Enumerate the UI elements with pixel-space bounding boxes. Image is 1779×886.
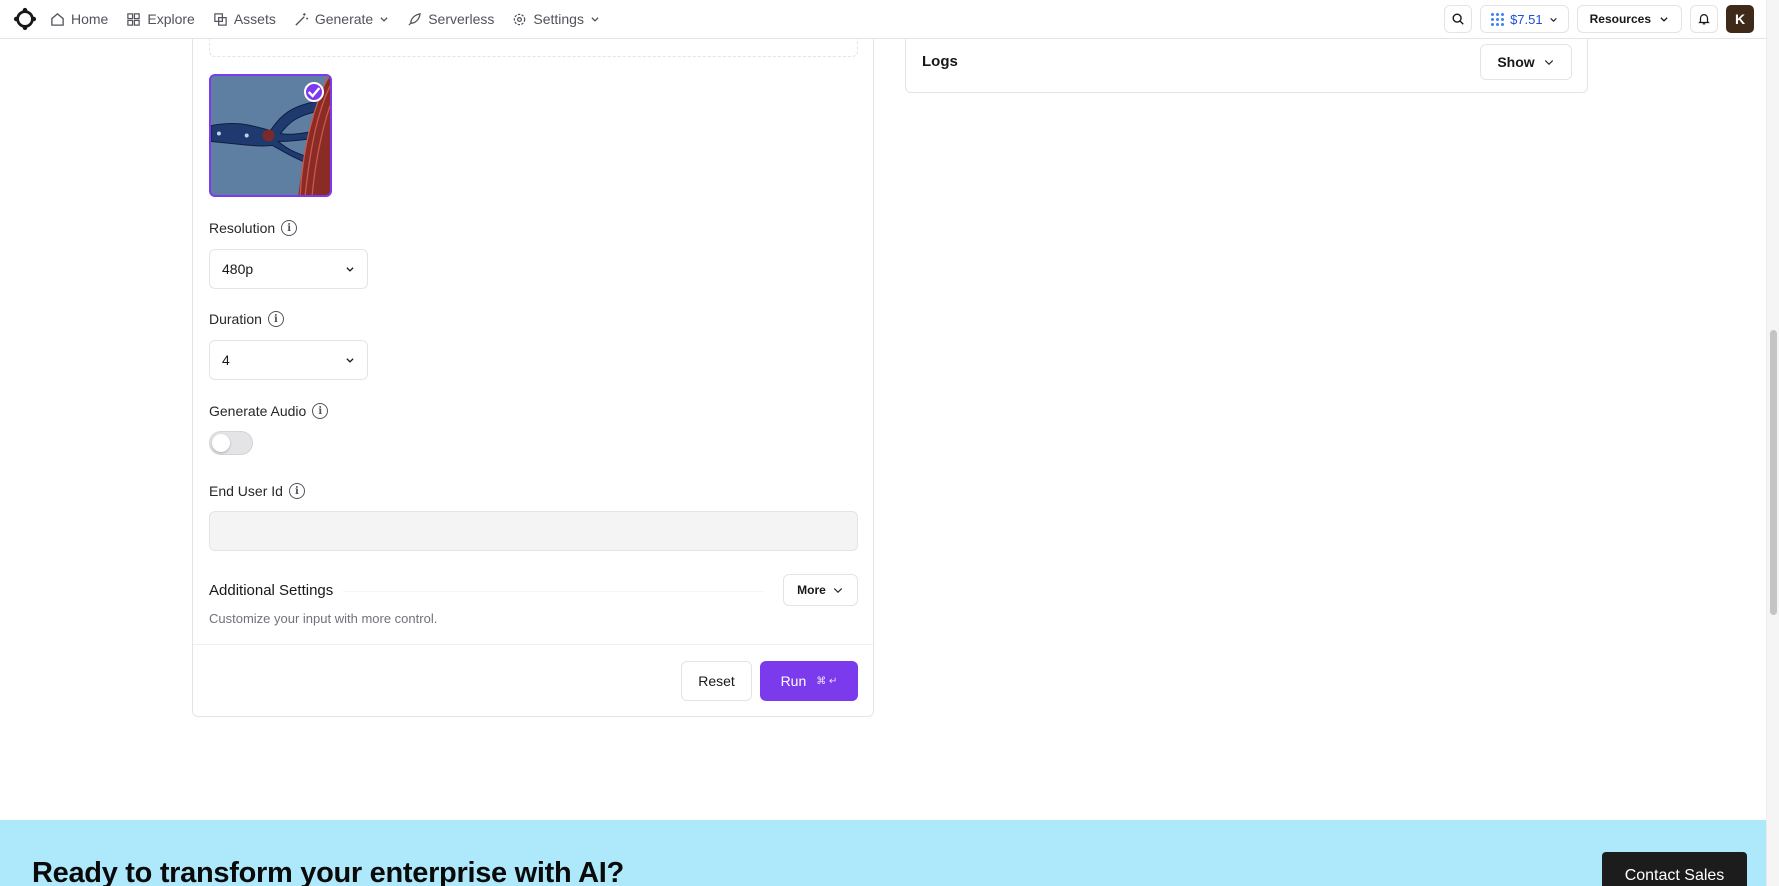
- info-icon[interactable]: i: [312, 403, 329, 419]
- nav-serverless-label: Serverless: [428, 11, 495, 27]
- chevron-down-icon: [591, 17, 599, 22]
- run-button[interactable]: Run ⌘ ↵: [760, 661, 858, 701]
- reset-label: Reset: [698, 673, 735, 689]
- toggle-knob: [212, 434, 230, 452]
- nav-explore-label: Explore: [147, 11, 195, 27]
- nav-generate[interactable]: Generate: [294, 11, 389, 27]
- gear-icon: [514, 13, 526, 25]
- logs-title: Logs: [922, 53, 958, 70]
- show-label: Show: [1497, 54, 1535, 70]
- app-logo-icon[interactable]: [12, 6, 38, 32]
- run-shortcut: ⌘ ↵: [816, 675, 838, 687]
- credits-dots-icon: [1491, 12, 1505, 26]
- nav-serverless[interactable]: Serverless: [407, 11, 494, 27]
- nav-right-controls: $7.51 Resources K: [1444, 5, 1754, 33]
- selected-image-thumbnail[interactable]: [209, 74, 332, 197]
- resolution-label: Resolution i: [209, 220, 298, 236]
- search-icon: [1452, 13, 1464, 25]
- chevron-down-icon: [1660, 17, 1668, 22]
- search-button[interactable]: [1444, 5, 1473, 33]
- divider: [193, 644, 873, 645]
- more-label: More: [797, 583, 826, 597]
- chevron-down-icon: [1549, 17, 1557, 22]
- nav-assets[interactable]: Assets: [213, 11, 276, 27]
- nav-explore[interactable]: Explore: [126, 11, 195, 27]
- duration-label-text: Duration: [209, 311, 262, 327]
- additional-settings-description: Customize your input with more control.: [209, 611, 438, 626]
- avatar-initial: K: [1734, 11, 1746, 27]
- bell-icon: [1698, 14, 1710, 25]
- end-user-id-label-text: End User Id: [209, 483, 283, 499]
- contact-sales-label: Contact Sales: [1624, 867, 1725, 884]
- duration-select[interactable]: 4: [209, 340, 368, 380]
- duration-value: 4: [222, 352, 230, 368]
- layers-icon: [214, 12, 227, 26]
- cta-title: Ready to transform your enterprise with …: [32, 857, 624, 886]
- more-settings-button[interactable]: More: [783, 574, 858, 606]
- input-form-panel: Resolution i 480p Duration i 4 Generate …: [192, 20, 874, 717]
- rocket-icon: [408, 12, 422, 26]
- info-icon[interactable]: i: [288, 483, 305, 499]
- credits-button[interactable]: $7.51: [1480, 5, 1569, 33]
- scrollbar-thumb[interactable]: [1770, 330, 1777, 615]
- end-user-id-input[interactable]: [209, 511, 858, 551]
- top-navigation: Home Explore Assets Generate Serverless …: [0, 0, 1766, 39]
- show-logs-button[interactable]: Show: [1480, 44, 1572, 80]
- generate-audio-label: Generate Audio i: [209, 403, 329, 419]
- selected-check-icon: [304, 82, 324, 102]
- duration-label: Duration i: [209, 311, 284, 327]
- reset-button[interactable]: Reset: [681, 661, 752, 701]
- chevron-down-icon: [346, 267, 354, 272]
- page-scrollbar[interactable]: [1766, 0, 1779, 886]
- wand-icon: [295, 12, 308, 26]
- home-icon: [51, 12, 64, 26]
- nav-home[interactable]: Home: [50, 11, 108, 27]
- grid-icon: [127, 12, 141, 26]
- user-avatar[interactable]: K: [1726, 5, 1754, 33]
- resolution-label-text: Resolution: [209, 220, 276, 236]
- cta-banner: Ready to transform your enterprise with …: [0, 820, 1766, 886]
- resolution-value: 480p: [222, 261, 254, 277]
- nav-assets-label: Assets: [233, 11, 276, 27]
- nav-settings-label: Settings: [533, 11, 584, 27]
- chevron-down-icon: [380, 17, 388, 22]
- nav-settings[interactable]: Settings: [512, 11, 600, 27]
- notifications-button[interactable]: [1690, 5, 1718, 33]
- nav-home-label: Home: [71, 11, 109, 27]
- info-icon[interactable]: i: [281, 220, 298, 236]
- generate-audio-label-text: Generate Audio: [209, 403, 307, 419]
- resolution-select[interactable]: 480p: [209, 249, 368, 289]
- nav-generate-label: Generate: [314, 11, 374, 27]
- run-label: Run: [780, 673, 807, 689]
- resources-label: Resources: [1589, 12, 1651, 26]
- resources-button[interactable]: Resources: [1576, 5, 1682, 33]
- credits-amount: $7.51: [1510, 11, 1543, 27]
- generate-audio-toggle[interactable]: [209, 431, 253, 455]
- additional-settings-title: Additional Settings: [209, 582, 334, 599]
- chevron-down-icon: [833, 588, 842, 594]
- chevron-down-icon: [1544, 60, 1553, 66]
- divider: [343, 591, 763, 592]
- chevron-down-icon: [346, 358, 354, 363]
- end-user-id-label: End User Id i: [209, 483, 305, 499]
- contact-sales-button[interactable]: Contact Sales: [1602, 852, 1747, 886]
- info-icon[interactable]: i: [267, 311, 284, 327]
